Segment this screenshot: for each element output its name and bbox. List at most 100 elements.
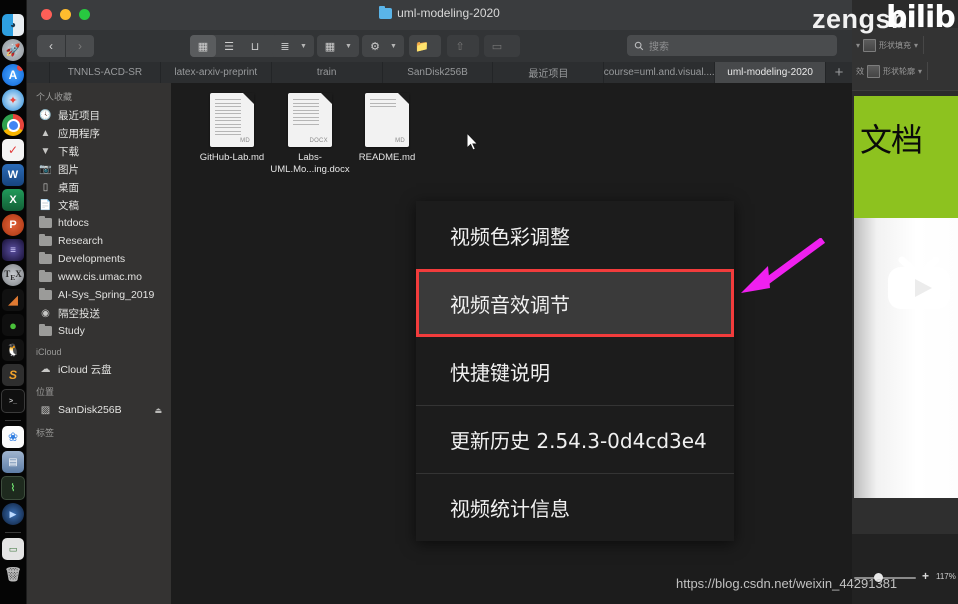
icon-view-button[interactable]: ▦ [190,35,216,57]
dock-item-powerpoint[interactable]: P [2,214,24,236]
file-item[interactable]: MD README.md [341,93,433,164]
sidebar-item-recents[interactable]: 🕓 最近项目 [27,106,171,124]
group-button[interactable]: ▦ ▼ [317,35,359,57]
bilibili-tv-icon [888,256,950,309]
dock-item-finder[interactable]: ◕ [2,14,24,36]
tab-uml-modeling-2020[interactable]: uml-modeling-2020 [715,62,827,83]
dock-item-launchpad[interactable]: 🚀 [2,39,24,61]
dock-item-terminal[interactable]: >_ [1,389,25,413]
dock-item-safari[interactable]: ✦ [2,89,24,111]
dock-item-dash[interactable]: ✓ [2,139,24,161]
finder-face-icon: ◕ [9,19,17,31]
tag-icon: ▭ [491,40,503,53]
dock-item-chrome[interactable] [2,114,24,136]
background-powerpoint-window[interactable]: ▾ 形状填充 ▾ 效 形状轮廓 ▾ 文档 + 117% [852,0,958,604]
back-button[interactable]: ‹ [37,35,65,57]
dock-item-texshop[interactable]: TEX [2,264,24,286]
documents-icon: 📄 [39,199,52,211]
sidebar-item-www-cis-umac-mo[interactable]: www.cis.umac.mo [27,268,171,286]
file-text-lines [370,99,396,110]
menu-item-update-history[interactable]: 更新历史 2.54.3-0d4cd3e4 [416,405,734,473]
eject-icon[interactable]: ⏏ [154,406,162,415]
photo-icon: ▤ [8,456,18,468]
dock-item-preview[interactable]: ▤ [2,451,24,473]
list-view-button[interactable]: ☰ [216,35,242,57]
sidebar-item-sandisk256b[interactable]: ▨ SanDisk256B ⏏ [27,401,171,419]
netdisk-icon: ❀ [7,430,19,444]
sidebar-item-desktop[interactable]: ▯ 桌面 [27,178,171,196]
sidebar-item-documents[interactable]: 📄 文稿 [27,196,171,214]
finder-sidebar[interactable]: 个人收藏 🕓 最近项目 ▲ 应用程序 ▼ 下载 📷 图片 ▯ 桌面 📄 文稿 h… [27,83,171,604]
finder-toolbar[interactable]: ‹ › ▦ ☰ ⊔ ▓ ≣ ▼ ▦ ▼ ⚙ ▼ 📁 [27,30,852,62]
tab-recents[interactable]: 最近项目 [493,62,605,83]
sidebar-item-airdrop[interactable]: ◉ 隔空投送 [27,304,171,322]
dock-item-wechat[interactable]: ● [2,314,24,336]
dock-item-display[interactable]: ▭ [2,538,24,560]
sidebar-item-icloud-drive[interactable]: ☁ iCloud 云盘 [27,360,171,378]
penguin-icon: 🐧 [5,343,21,357]
dock-item-baidu-netdisk[interactable]: ❀ [2,426,24,448]
dock-item-activity-monitor[interactable]: ⌇ [1,476,25,500]
menu-item-video-statistics[interactable]: 视频统计信息 [416,473,734,541]
tab-course-uml[interactable]: course=uml.and.visual.... [604,62,716,83]
sidebar-item-label: 图片 [58,163,79,176]
ribbon-divider [927,62,929,80]
video-context-menu[interactable]: 视频色彩调整 视频音效调节 快捷键说明 更新历史 2.54.3-0d4cd3e4… [416,201,734,541]
mouse-cursor-icon [466,132,479,151]
dock-item-word[interactable]: W [2,164,24,186]
shape-fill-icon [863,38,877,52]
column-view-button[interactable]: ⊔ [242,35,268,57]
navigation-buttons[interactable]: ‹ › [37,35,94,57]
folder-icon [39,270,52,284]
zoom-in-button[interactable]: + [922,569,929,583]
wechat-icon: ● [9,317,17,333]
sidebar-section-icloud-header: iCloud [36,347,62,357]
ribbon-row-shape-fill[interactable]: ▾ 形状填充 ▾ [852,33,958,57]
sidebar-item-htdocs[interactable]: htdocs [27,214,171,232]
share-button[interactable]: ⇧ [447,35,479,57]
search-field[interactable]: 搜索 [627,35,837,56]
ppt-slide-white [854,218,958,498]
file-name-label: README.md [358,152,416,163]
dock-item-astronomy[interactable]: ≡ [2,239,24,261]
sidebar-item-applications[interactable]: ▲ 应用程序 [27,124,171,142]
dock[interactable]: ◕ 🚀 A ✦ ✓ W X P ≡ TEX ◢ ● 🐧 S >_ ❀ ▤ ⌇ ▶… [0,0,27,604]
annotation-arrow-icon [741,238,825,293]
menu-item-shortcut-help[interactable]: 快捷键说明 [416,337,734,405]
play-icon: ▶ [9,508,17,519]
action-button[interactable]: ⚙ ▼ [362,35,404,57]
sidebar-item-research[interactable]: Research [27,232,171,250]
menu-item-video-color-adjust[interactable]: 视频色彩调整 [416,201,734,269]
chevron-down-icon: ▾ [918,66,923,76]
dock-item-excel[interactable]: X [2,189,24,211]
tab-train[interactable]: train [272,62,383,83]
tab-tnnls-acd-sr[interactable]: TNNLS-ACD-SR [50,62,161,83]
sidebar-item-developments[interactable]: Developments [27,250,171,268]
tab-overflow[interactable] [27,62,50,83]
new-folder-button[interactable]: 📁 [409,35,441,57]
sidebar-item-study[interactable]: Study [27,322,171,340]
forward-button[interactable]: › [66,35,94,57]
folder-icon [39,324,52,338]
sidebar-item-ai-sys-spring-2019[interactable]: AI-Sys_Spring_2019 [27,286,171,304]
finder-titlebar[interactable]: uml-modeling-2020 [27,0,852,30]
group-icon: ▦ [324,40,336,53]
dock-item-quicktime[interactable]: ▶ [2,503,24,525]
tab-latex-arxiv-preprint[interactable]: latex-arxiv-preprint [161,62,272,83]
dock-item-matlab[interactable]: ◢ [2,289,24,311]
matlab-icon: ◢ [8,292,18,307]
dock-item-app-store[interactable]: A [2,64,24,86]
arrange-button[interactable]: ≣ ▼ [272,35,314,57]
dock-item-trash[interactable]: 🗑 [2,563,24,585]
new-tab-button[interactable]: + [826,62,852,83]
ribbon-row-shape-outline[interactable]: 效 形状轮廓 ▾ [852,59,958,83]
dock-item-sublime-text[interactable]: S [2,364,24,386]
tag-button[interactable]: ▭ [484,35,520,57]
tab-sandisk256b[interactable]: SanDisk256B [383,62,494,83]
icloud-icon: ☁ [40,363,51,375]
finder-tab-bar[interactable]: TNNLS-ACD-SR latex-arxiv-preprint train … [27,62,852,83]
sidebar-item-pictures[interactable]: 📷 图片 [27,160,171,178]
sidebar-item-downloads[interactable]: ▼ 下载 [27,142,171,160]
window-title-row: uml-modeling-2020 [27,5,852,20]
dock-item-qq[interactable]: 🐧 [2,339,24,361]
